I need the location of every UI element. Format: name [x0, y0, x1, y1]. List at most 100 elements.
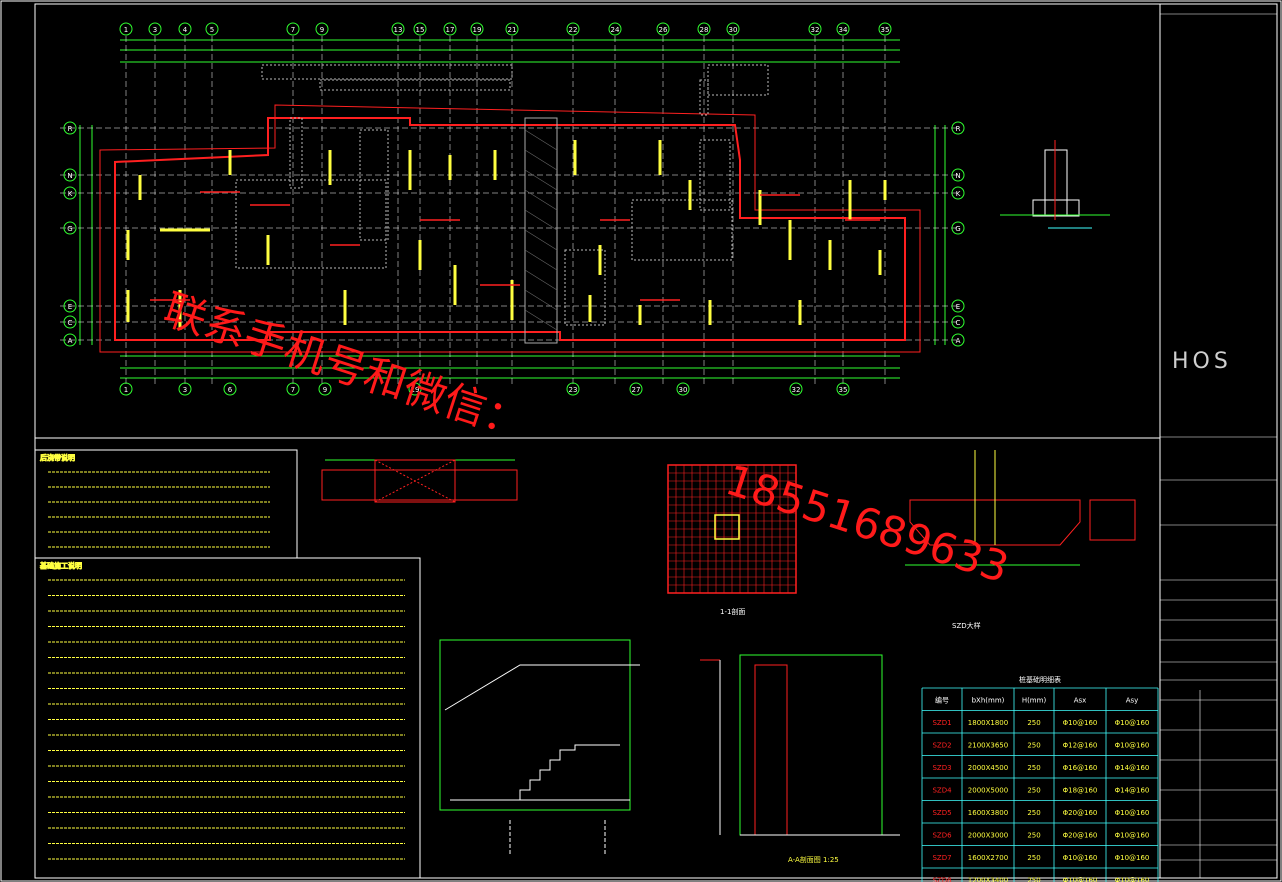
notes-title: 后浇带说明 [40, 453, 75, 462]
axis-label: G [955, 225, 960, 233]
stair-section [439, 639, 640, 855]
table-cell: Φ10@160 [1063, 876, 1098, 882]
table-cell: 2000X5000 [968, 786, 1008, 794]
table-cell: 250 [1027, 786, 1040, 794]
table-cell: Φ10@160 [1063, 719, 1098, 727]
axis-label: 22 [569, 26, 578, 34]
table-cell: Φ16@160 [1063, 764, 1098, 772]
table-cell: Φ10@160 [1115, 719, 1150, 727]
notes-title: 基础施工说明 [40, 561, 82, 570]
axis-label: N [67, 172, 72, 180]
wall-detail [1000, 140, 1110, 229]
axis-label: 7 [291, 386, 295, 394]
axis-label: 30 [729, 26, 738, 34]
axis-label: K [956, 190, 961, 198]
axis-label: 24 [611, 26, 620, 34]
table-cell: 250 [1027, 876, 1040, 882]
axis-label: 17 [446, 26, 455, 34]
table-cell: Φ14@160 [1115, 786, 1150, 794]
axis-label: K [68, 190, 73, 198]
table-cell: SZD8 [932, 876, 951, 882]
table-cell: 250 [1027, 741, 1040, 749]
table-cell: Φ20@160 [1063, 809, 1098, 817]
axis-label: 23 [569, 386, 578, 394]
axis-label: 3 [183, 386, 187, 394]
aa-section-label: A-A剖面图 1:25 [788, 855, 839, 864]
table-cell: Φ14@160 [1115, 764, 1150, 772]
table-cell: 250 [1027, 764, 1040, 772]
axis-label: 7 [291, 26, 295, 34]
axis-label: 13 [394, 26, 403, 34]
notes-box [34, 449, 421, 879]
table-cell: SZD3 [932, 764, 951, 772]
axis-label: 1 [124, 26, 128, 34]
table-cell: 250 [1027, 809, 1040, 817]
table-cell: SZD2 [932, 741, 951, 749]
table-title: 桩基础明细表 [1019, 675, 1061, 684]
axis-label: 21 [508, 26, 517, 34]
axis-label: 35 [839, 386, 848, 394]
table-cell: Φ10@160 [1115, 809, 1150, 817]
axis-label: 19 [473, 26, 482, 34]
title-block [1160, 13, 1277, 878]
axis-label: G [67, 225, 72, 233]
table-header-cell: H(mm) [1022, 696, 1047, 704]
table-cell: SZD4 [932, 786, 952, 794]
table-cell: Φ18@160 [1063, 786, 1098, 794]
axis-label: 9 [320, 26, 324, 34]
axis-label: C [956, 319, 961, 327]
company-logo: HOS [1172, 349, 1232, 374]
table-cell: 250 [1027, 831, 1040, 839]
table-cell: SZD7 [932, 854, 951, 862]
axis-label: 34 [839, 26, 848, 34]
table-cell: SZD5 [932, 809, 951, 817]
szd-label: SZD大样 [952, 621, 981, 630]
axis-label: 32 [811, 26, 820, 34]
szd-detail [905, 450, 1136, 566]
axis-label: 3 [153, 26, 157, 34]
section-1-1-label: 1-1剖面 [720, 607, 745, 616]
axis-label: 19 [411, 386, 420, 394]
axis-label: R [956, 125, 961, 133]
axis-label: A [956, 337, 961, 345]
axis-label: 27 [632, 386, 641, 394]
table-cell: Φ10@160 [1063, 854, 1098, 862]
table-cell: SZD1 [932, 719, 951, 727]
aa-section [700, 654, 900, 836]
table-cell: Φ10@160 [1115, 854, 1150, 862]
axis-label: 1 [124, 386, 128, 394]
table-cell: 250 [1027, 719, 1040, 727]
table-cell: 2000X4500 [968, 764, 1008, 772]
axis-label: N [955, 172, 960, 180]
axis-label: 35 [881, 26, 890, 34]
axis-label: A [68, 337, 73, 345]
table-cell: Φ12@160 [1063, 741, 1098, 749]
axis-label: 15 [416, 26, 425, 34]
axis-label: 5 [210, 26, 214, 34]
table-cell: 2100X3650 [968, 741, 1008, 749]
pile-cap-table: 桩基础明细表编号 bXh(mm) H(mm) Asx Asy SZD1 1800X1800 2… [921, 675, 1159, 882]
table-cell: Φ10@160 [1115, 741, 1150, 749]
table-cell: SZD6 [932, 831, 952, 839]
table-header-cell: Asx [1074, 696, 1087, 704]
table-cell: Φ10@160 [1115, 831, 1150, 839]
axis-label: 6 [228, 386, 233, 394]
table-cell: 1800X1800 [968, 719, 1008, 727]
axis-label: 26 [659, 26, 668, 34]
table-header-cell: 编号 [935, 695, 949, 704]
axis-label: E [956, 303, 960, 311]
table-cell: 1600X2700 [968, 854, 1008, 862]
pile-cap-mesh [667, 464, 797, 594]
core-wall [524, 117, 558, 344]
axis-label: 4 [183, 26, 188, 34]
foundation-plan: 1 3 4 5 7 9 13 15 17 19 21 22 24 26 28 30 32 34 351 3 6 7 9 19 2… [60, 22, 965, 396]
axis-label: C [68, 319, 73, 327]
axis-label: 28 [700, 26, 709, 34]
table-cell: 1200X3400 [968, 876, 1008, 882]
cad-drawing-sheet: 1 3 4 5 7 9 13 15 17 19 21 22 24 26 28 30 32 34 351 3 6 7 9 19 2… [0, 0, 1282, 882]
table-cell: Φ20@160 [1063, 831, 1098, 839]
table-cell: 1600X3800 [968, 809, 1008, 817]
axis-label: R [68, 125, 73, 133]
table-header-cell: Asy [1126, 696, 1139, 704]
axis-label: 9 [323, 386, 327, 394]
